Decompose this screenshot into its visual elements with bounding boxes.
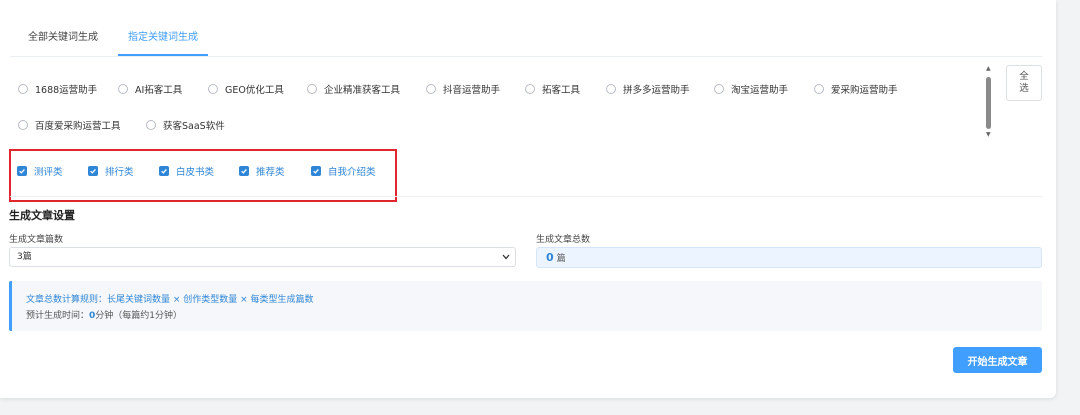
radio-label: 百度爱采购运营工具 — [35, 121, 121, 132]
scroll-down-icon[interactable]: ▼ — [986, 132, 991, 138]
article-count-label: 生成文章篇数 — [9, 235, 64, 245]
info-panel: 文章总数计算规则：长尾关键词数量 × 创作类型数量 × 每类型生成篇数 预计生成… — [9, 281, 1042, 331]
scroll-up-icon[interactable]: ▲ — [986, 66, 991, 72]
radio-label: 拼多多运营助手 — [623, 85, 690, 96]
radio-product-tuoke[interactable]: 拓客工具 — [525, 82, 580, 96]
radio-label: GEO优化工具 — [225, 85, 284, 96]
checkbox-category-ranking[interactable]: 排行类 — [88, 164, 134, 178]
generation-card: 全部关键词生成 指定关键词生成 1688运营助手 AI拓客工具 GEO优化工具 … — [0, 0, 1056, 398]
radio-product-aicaigou[interactable]: 爱采购运营助手 — [814, 82, 898, 96]
checkbox-checked-icon — [17, 166, 27, 176]
article-total-unit: 篇 — [556, 254, 566, 264]
radio-label: 1688运营助手 — [35, 85, 98, 96]
article-total-value: 0 — [546, 251, 554, 264]
checkbox-category-whitepaper[interactable]: 白皮书类 — [159, 164, 214, 178]
select-all-label: 全选 — [1019, 71, 1029, 94]
radio-label: 爱采购运营助手 — [831, 85, 898, 96]
radio-icon — [18, 84, 28, 94]
checkbox-label: 排行类 — [105, 167, 134, 178]
checkbox-category-recommend[interactable]: 推荐类 — [239, 164, 285, 178]
radio-product-pinduoduo[interactable]: 拼多多运营助手 — [606, 82, 690, 96]
radio-label: 抖音运营助手 — [443, 85, 501, 96]
product-radio-group: 1688运营助手 AI拓客工具 GEO优化工具 企业精准获客工具 抖音运营助手 … — [10, 72, 985, 142]
radio-label: 企业精准获客工具 — [324, 85, 401, 96]
radio-product-douyin[interactable]: 抖音运营助手 — [426, 82, 500, 96]
radio-icon — [426, 84, 436, 94]
tab-specified-keywords[interactable]: 指定关键词生成 — [128, 28, 198, 43]
radio-label: 拓客工具 — [542, 85, 581, 96]
radio-product-geo[interactable]: GEO优化工具 — [208, 82, 284, 96]
article-count-select[interactable]: 3篇 — [9, 247, 516, 267]
checkbox-label: 白皮书类 — [176, 167, 215, 178]
radio-icon — [146, 120, 156, 130]
tab-bar: 全部关键词生成 指定关键词生成 — [10, 22, 1042, 57]
checkbox-label: 推荐类 — [256, 167, 285, 178]
radio-icon — [525, 84, 535, 94]
product-list-scrollbar[interactable]: ▲ ▼ — [985, 66, 993, 140]
checkbox-checked-icon — [88, 166, 98, 176]
scroll-thumb[interactable] — [986, 77, 991, 129]
radio-label: AI拓客工具 — [135, 85, 183, 96]
section-divider — [10, 196, 1042, 197]
radio-product-taobao[interactable]: 淘宝运营助手 — [714, 82, 788, 96]
estimated-time-prefix: 预计生成时间： — [26, 311, 90, 321]
checkbox-checked-icon — [239, 166, 249, 176]
checkbox-label: 测评类 — [34, 167, 63, 178]
calculation-rule-text: 文章总数计算规则：长尾关键词数量 × 创作类型数量 × 每类型生成篇数 — [26, 295, 314, 305]
article-total-display: 0篇 — [536, 247, 1042, 268]
start-generate-button[interactable]: 开始生成文章 — [953, 347, 1042, 373]
radio-icon — [307, 84, 317, 94]
estimated-time-text: 预计生成时间：0分钟（每篇约1分钟） — [26, 308, 182, 321]
radio-product-enterprise[interactable]: 企业精准获客工具 — [307, 82, 400, 96]
active-tab-indicator — [118, 54, 208, 56]
radio-product-baidu-aicaigou[interactable]: 百度爱采购运营工具 — [18, 118, 121, 132]
radio-label: 淘宝运营助手 — [731, 85, 789, 96]
radio-icon — [606, 84, 616, 94]
settings-title: 生成文章设置 — [9, 209, 75, 222]
checkbox-label: 自我介绍类 — [328, 167, 376, 178]
radio-product-saas[interactable]: 获客SaaS软件 — [146, 118, 225, 132]
article-count-value: 3篇 — [17, 252, 32, 262]
checkbox-checked-icon — [159, 166, 169, 176]
select-all-button[interactable]: 全选 — [1006, 65, 1042, 101]
radio-icon — [18, 120, 28, 130]
chevron-down-icon — [502, 254, 510, 260]
checkbox-category-review[interactable]: 测评类 — [17, 164, 63, 178]
radio-label: 获客SaaS软件 — [163, 121, 225, 132]
radio-icon — [118, 84, 128, 94]
radio-icon — [714, 84, 724, 94]
radio-icon — [814, 84, 824, 94]
article-total-label: 生成文章总数 — [536, 235, 591, 245]
checkbox-checked-icon — [311, 166, 321, 176]
radio-icon — [208, 84, 218, 94]
tab-all-keywords[interactable]: 全部关键词生成 — [28, 28, 98, 43]
radio-product-ai-tuoke[interactable]: AI拓客工具 — [118, 82, 182, 96]
estimated-time-suffix: 分钟（每篇约1分钟） — [95, 311, 183, 321]
radio-product-1688[interactable]: 1688运营助手 — [18, 82, 97, 96]
checkbox-category-self-intro[interactable]: 自我介绍类 — [311, 164, 376, 178]
